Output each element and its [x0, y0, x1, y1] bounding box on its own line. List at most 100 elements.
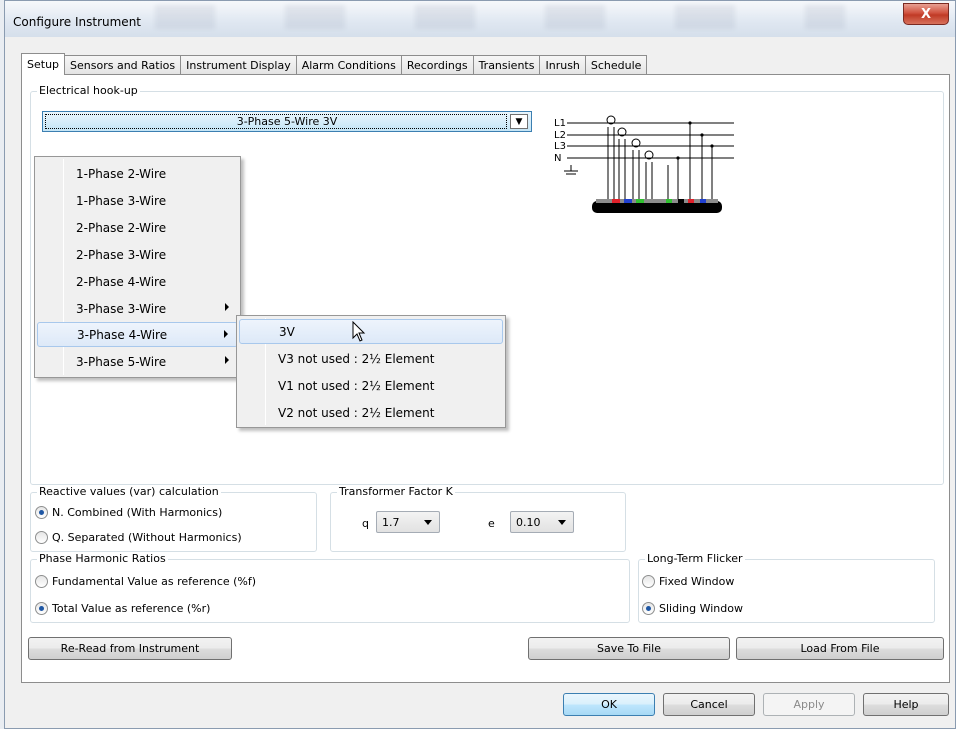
- tab-label: Schedule: [590, 59, 642, 72]
- mouse-cursor-icon: [352, 321, 366, 342]
- radio-sliding-window[interactable]: Sliding Window: [642, 602, 743, 615]
- close-button[interactable]: X: [903, 3, 949, 25]
- tab-transients[interactable]: Transients: [472, 55, 541, 75]
- tab-label: Transients: [478, 59, 535, 72]
- tab-label: Inrush: [545, 59, 580, 72]
- wiring-diagram: L1 L2 L3 N: [554, 115, 734, 213]
- apply-button[interactable]: Apply: [763, 693, 855, 716]
- reread-button[interactable]: Re-Read from Instrument: [28, 637, 232, 660]
- radio-separated[interactable]: Q. Separated (Without Harmonics): [35, 531, 242, 544]
- terminal-black: [678, 199, 684, 203]
- chevron-down-icon: [424, 520, 432, 525]
- title-bar[interactable]: Configure Instrument X: [5, 1, 955, 37]
- ok-button-label: OK: [601, 698, 617, 711]
- tab-setup[interactable]: Setup: [21, 53, 66, 75]
- submenu-item-3v[interactable]: 3V: [239, 319, 503, 344]
- menu-item-label: 1-Phase 2-Wire: [76, 166, 167, 181]
- menu-item-2-phase-3-wire[interactable]: 2-Phase 3-Wire: [37, 242, 238, 267]
- menu-item-label: 3-Phase 4-Wire: [77, 327, 168, 342]
- dropdown-arrow-icon[interactable]: ▼: [510, 114, 528, 129]
- radio-sliding-window-dot[interactable]: [642, 602, 655, 615]
- tab-sensors-and-ratios[interactable]: Sensors and Ratios: [64, 55, 182, 75]
- submenu-arrow-icon: [225, 356, 229, 364]
- apply-button-label: Apply: [793, 698, 825, 711]
- radio-fundamental[interactable]: Fundamental Value as reference (%f): [35, 575, 256, 588]
- menu-item-label: 3-Phase 5-Wire: [76, 354, 167, 369]
- title-bar-background: [155, 5, 845, 29]
- radio-total-label: Total Value as reference (%r): [52, 602, 211, 615]
- radio-combined-dot[interactable]: [35, 506, 48, 519]
- hookup-dropdown-menu: 1-Phase 2-Wire 1-Phase 3-Wire 2-Phase 2-…: [34, 156, 241, 378]
- radio-separated-dot[interactable]: [35, 531, 48, 544]
- menu-item-label: 2-Phase 3-Wire: [76, 247, 167, 262]
- menu-item-2-phase-2-wire[interactable]: 2-Phase 2-Wire: [37, 215, 238, 240]
- terminal-blue-2: [700, 199, 706, 203]
- focus-rectangle: [45, 114, 507, 129]
- load-from-file-button-label: Load From File: [800, 642, 880, 655]
- submenu-item-v3-not-used[interactable]: V3 not used : 2½ Element: [239, 346, 503, 371]
- menu-item-1-phase-2-wire[interactable]: 1-Phase 2-Wire: [37, 161, 238, 186]
- diagram-label-l3: L3: [554, 141, 566, 152]
- submenu-arrow-icon: [225, 303, 229, 311]
- radio-fundamental-label: Fundamental Value as reference (%f): [52, 575, 257, 588]
- save-to-file-button[interactable]: Save To File: [528, 637, 730, 660]
- submenu-arrow-icon: [224, 330, 228, 338]
- tab-label: Instrument Display: [186, 59, 291, 72]
- load-from-file-button[interactable]: Load From File: [736, 637, 944, 660]
- q-select[interactable]: 1.7: [376, 511, 440, 533]
- tab-label: Recordings: [406, 59, 468, 72]
- ok-button[interactable]: OK: [563, 693, 655, 716]
- submenu-item-label: V3 not used : 2½ Element: [278, 351, 435, 366]
- electrical-hookup-label: Electrical hook-up: [37, 84, 140, 97]
- radio-total[interactable]: Total Value as reference (%r): [35, 602, 210, 615]
- menu-item-3-phase-4-wire[interactable]: 3-Phase 4-Wire: [37, 322, 238, 347]
- dialog-client: Setup Sensors and Ratios Instrument Disp…: [13, 45, 950, 685]
- menu-item-3-phase-5-wire[interactable]: 3-Phase 5-Wire: [37, 349, 238, 374]
- radio-sliding-window-label: Sliding Window: [659, 602, 743, 615]
- reread-button-label: Re-Read from Instrument: [60, 642, 200, 655]
- menu-item-1-phase-3-wire[interactable]: 1-Phase 3-Wire: [37, 188, 238, 213]
- submenu-item-v2-not-used[interactable]: V2 not used : 2½ Element: [239, 400, 503, 425]
- q-label: q: [362, 517, 369, 530]
- cancel-button-label: Cancel: [690, 698, 728, 711]
- tab-label: Alarm Conditions: [301, 59, 396, 72]
- radio-separated-label: Q. Separated (Without Harmonics): [52, 531, 242, 544]
- diagram-label-l2: L2: [554, 130, 566, 141]
- terminal-red-2: [688, 199, 694, 203]
- tab-label: Sensors and Ratios: [70, 59, 176, 72]
- setup-tab-panel: Electrical hook-up 3-Phase 5-Wire 3V ▼ L…: [21, 74, 950, 683]
- transformer-factor-label: Transformer Factor K: [337, 485, 455, 498]
- radio-total-dot[interactable]: [35, 602, 48, 615]
- hookup-select[interactable]: 3-Phase 5-Wire 3V ▼: [42, 111, 532, 132]
- radio-combined[interactable]: N. Combined (With Harmonics): [35, 506, 222, 519]
- close-icon: X: [920, 6, 932, 22]
- tab-label: Setup: [27, 58, 60, 71]
- e-value: 0.10: [516, 515, 541, 529]
- hookup-submenu: 3V V3 not used : 2½ Element V1 not used …: [236, 315, 506, 428]
- terminal-green: [636, 199, 644, 203]
- submenu-item-v1-not-used[interactable]: V1 not used : 2½ Element: [239, 373, 503, 398]
- tab-inrush[interactable]: Inrush: [539, 55, 586, 75]
- tab-schedule[interactable]: Schedule: [584, 55, 648, 75]
- radio-fundamental-dot[interactable]: [35, 575, 48, 588]
- cancel-button[interactable]: Cancel: [663, 693, 755, 716]
- e-select[interactable]: 0.10: [510, 511, 574, 533]
- radio-fixed-window-dot[interactable]: [642, 575, 655, 588]
- menu-item-3-phase-3-wire[interactable]: 3-Phase 3-Wire: [37, 296, 238, 321]
- save-to-file-button-label: Save To File: [597, 642, 661, 655]
- menu-item-2-phase-4-wire[interactable]: 2-Phase 4-Wire: [37, 269, 238, 294]
- help-button[interactable]: Help: [863, 693, 949, 716]
- tab-alarm-conditions[interactable]: Alarm Conditions: [295, 55, 402, 75]
- tab-strip: Setup Sensors and Ratios Instrument Disp…: [21, 53, 648, 75]
- diagram-label-n: N: [554, 153, 561, 164]
- submenu-item-label: 3V: [279, 324, 295, 339]
- tab-recordings[interactable]: Recordings: [400, 55, 474, 75]
- radio-fixed-window[interactable]: Fixed Window: [642, 575, 734, 588]
- radio-combined-label: N. Combined (With Harmonics): [52, 506, 223, 519]
- submenu-item-label: V1 not used : 2½ Element: [278, 378, 435, 393]
- e-label: e: [488, 517, 495, 530]
- window-title: Configure Instrument: [13, 15, 141, 29]
- configure-instrument-window: Configure Instrument X Setup Sensors and…: [4, 0, 956, 729]
- help-button-label: Help: [893, 698, 919, 711]
- tab-instrument-display[interactable]: Instrument Display: [180, 55, 297, 75]
